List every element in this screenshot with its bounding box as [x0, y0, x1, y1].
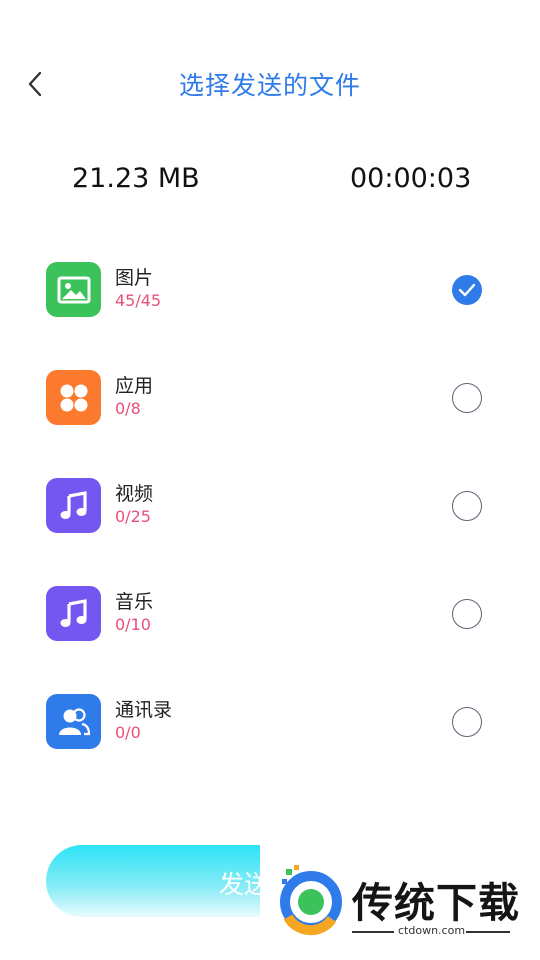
- music-note-icon: [46, 586, 101, 641]
- category-count: 0/8: [115, 399, 141, 418]
- category-name: 图片: [115, 267, 154, 289]
- page-title: 选择发送的文件: [178, 71, 361, 100]
- category-checkbox[interactable]: [452, 599, 482, 629]
- category-name: 视频: [115, 483, 154, 505]
- category-name: 通讯录: [115, 699, 173, 721]
- category-checkbox[interactable]: [452, 383, 482, 413]
- category-row-videos[interactable]: 视频 0/25: [0, 451, 540, 559]
- category-count: 45/45: [115, 291, 162, 310]
- category-row-images[interactable]: 图片 45/45: [0, 235, 540, 343]
- watermark-rule-right: [466, 931, 510, 933]
- category-count: 0/0: [115, 723, 141, 742]
- category-list: 图片 45/45 应用 0/8 视频 0/25 音乐 0/10 通讯录 0/0: [0, 235, 540, 775]
- category-name: 音乐: [115, 591, 154, 613]
- category-count: 0/10: [115, 615, 151, 634]
- category-row-contacts[interactable]: 通讯录 0/0: [0, 667, 540, 775]
- category-count: 0/25: [115, 507, 151, 526]
- category-row-music[interactable]: 音乐 0/10: [0, 559, 540, 667]
- music-note-icon: [46, 478, 101, 533]
- header: 选择发送的文件: [0, 54, 540, 114]
- category-name: 应用: [115, 375, 154, 397]
- image-icon: [46, 262, 101, 317]
- category-checkbox[interactable]: [452, 491, 482, 521]
- apps-icon: [46, 370, 101, 425]
- transfer-stats: 21.23 MB 00:00:03: [0, 163, 540, 207]
- total-size: 21.23 MB: [72, 163, 200, 194]
- category-checkbox[interactable]: [452, 275, 482, 305]
- elapsed-time: 00:00:03: [350, 163, 472, 194]
- watermark-logo: 传统下载 ctdown.com: [260, 845, 540, 960]
- category-row-apps[interactable]: 应用 0/8: [0, 343, 540, 451]
- watermark-emblem-icon: [280, 865, 342, 936]
- category-checkbox[interactable]: [452, 707, 482, 737]
- contacts-icon: [46, 694, 101, 749]
- watermark-url: ctdown.com: [398, 924, 466, 937]
- watermark-rule-left: [352, 931, 394, 933]
- watermark-text: 传统下载: [352, 879, 520, 927]
- checkmark-icon: [458, 283, 476, 297]
